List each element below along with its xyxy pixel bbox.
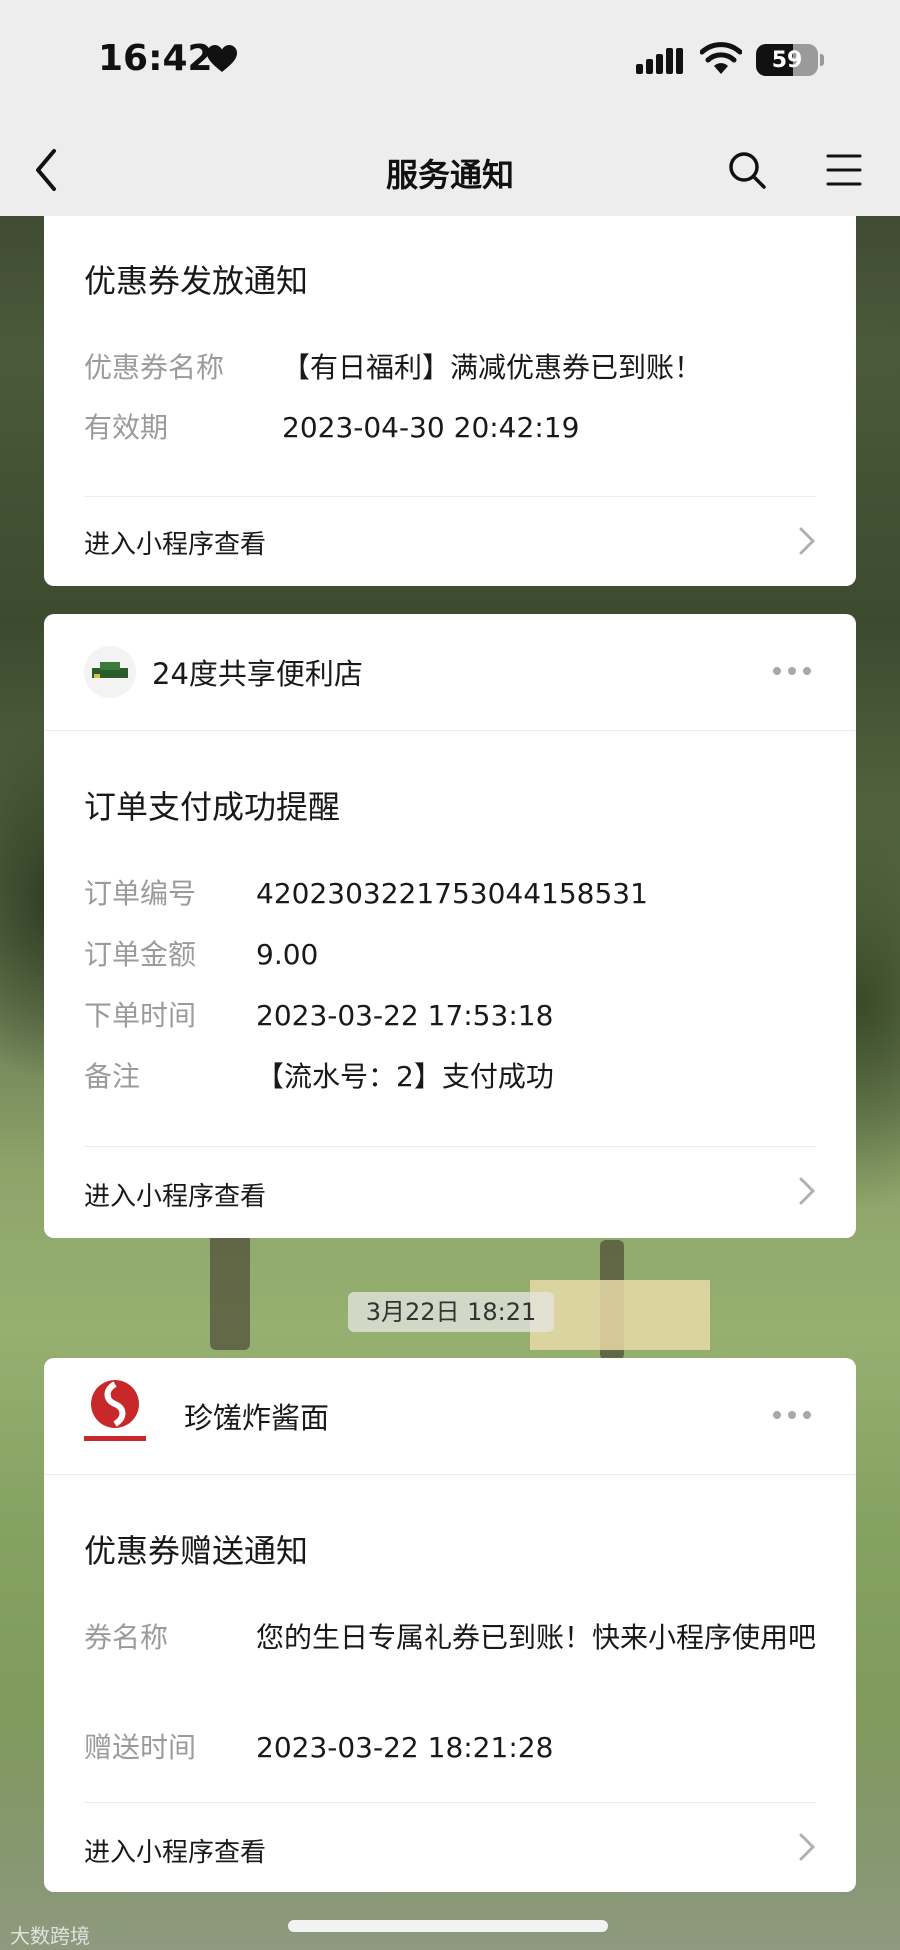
chevron-right-icon[interactable]	[798, 526, 816, 556]
cellular-signal-icon	[636, 48, 683, 74]
battery-indicator: 59	[756, 44, 818, 76]
chevron-right-icon[interactable]	[798, 1176, 816, 1206]
field-value: 2023-03-22 18:21:28	[256, 1731, 554, 1764]
notification-card-coupon-gift: 珍馐炸酱面 优惠券赠送通知 券名称 您的生日专属礼券已到账！快来小程序使用吧 赠…	[44, 1358, 856, 1892]
field-key: 订单编号	[84, 877, 197, 910]
open-miniprogram-link[interactable]: 进入小程序查看	[84, 1832, 266, 1869]
open-miniprogram-link[interactable]: 进入小程序查看	[84, 1176, 266, 1213]
wifi-icon	[700, 42, 742, 74]
field-key: 赠送时间	[84, 1731, 197, 1764]
sender-name: 24度共享便利店	[152, 657, 363, 691]
field-value: 【有日福利】满减优惠券已到账！	[282, 351, 703, 384]
field-row: 有效期 2023-04-30 20:42:19	[44, 410, 856, 446]
status-time: 16:42	[98, 38, 213, 79]
sender-name: 珍馐炸酱面	[184, 1401, 330, 1435]
field-row: 下单时间 2023-03-22 17:53:18	[44, 998, 856, 1034]
store-logo	[84, 646, 136, 698]
open-miniprogram-link[interactable]: 进入小程序查看	[84, 524, 266, 561]
divider	[84, 496, 816, 497]
divider	[84, 1802, 816, 1803]
field-key: 有效期	[84, 411, 169, 444]
chevron-right-icon[interactable]	[798, 1832, 816, 1862]
divider	[84, 1146, 816, 1147]
card-title: 优惠券赠送通知	[84, 1532, 309, 1570]
field-value: 4202303221753044158531	[256, 877, 648, 910]
restaurant-logo-icon	[84, 1380, 146, 1441]
field-row: 券名称 您的生日专属礼券已到账！快来小程序使用吧	[44, 1620, 856, 1656]
heart-icon	[207, 45, 237, 72]
more-options-icon[interactable]	[772, 1408, 812, 1422]
field-row: 订单金额 9.00	[44, 937, 856, 973]
card-header: 24度共享便利店	[44, 614, 856, 731]
card-title: 订单支付成功提醒	[84, 788, 341, 826]
field-value: 您的生日专属礼券已到账！快来小程序使用吧	[256, 1621, 817, 1654]
field-value: 9.00	[256, 938, 319, 971]
search-icon[interactable]	[727, 150, 767, 190]
field-key: 优惠券名称	[84, 351, 225, 384]
home-indicator[interactable]	[288, 1920, 608, 1932]
restaurant-logo	[70, 1376, 160, 1456]
menu-icon[interactable]	[826, 152, 862, 188]
timestamp-label: 3月22日 18:21	[348, 1292, 554, 1332]
card-title: 优惠券发放通知	[84, 262, 309, 300]
watermark: 大数跨境	[10, 1924, 90, 1948]
card-header: 珍馐炸酱面	[44, 1358, 856, 1475]
field-value: 2023-03-22 17:53:18	[256, 999, 554, 1032]
battery-percent: 59	[771, 48, 803, 73]
field-row: 优惠券名称 【有日福利】满减优惠券已到账！	[44, 350, 856, 386]
more-options-icon[interactable]	[772, 664, 812, 678]
battery-tip	[820, 54, 824, 66]
field-key: 券名称	[84, 1621, 169, 1654]
field-key: 备注	[84, 1060, 141, 1093]
field-value: 【流水号：2】支付成功	[256, 1060, 554, 1093]
field-key: 下单时间	[84, 999, 197, 1032]
notification-card-coupon-issued: 优惠券发放通知 优惠券名称 【有日福利】满减优惠券已到账！ 有效期 2023-0…	[44, 186, 856, 586]
field-row: 备注 【流水号：2】支付成功	[44, 1059, 856, 1095]
background-house	[530, 1280, 710, 1350]
top-bar: 16:42 59 服务通知	[0, 0, 900, 216]
store-logo-icon	[92, 662, 128, 678]
field-value: 2023-04-30 20:42:19	[282, 411, 580, 444]
field-row: 订单编号 4202303221753044158531	[44, 876, 856, 912]
field-row: 赠送时间 2023-03-22 18:21:28	[44, 1730, 856, 1766]
field-key: 订单金额	[84, 938, 197, 971]
notification-card-order-paid: 24度共享便利店 订单支付成功提醒 订单编号 42023032217530441…	[44, 614, 856, 1238]
